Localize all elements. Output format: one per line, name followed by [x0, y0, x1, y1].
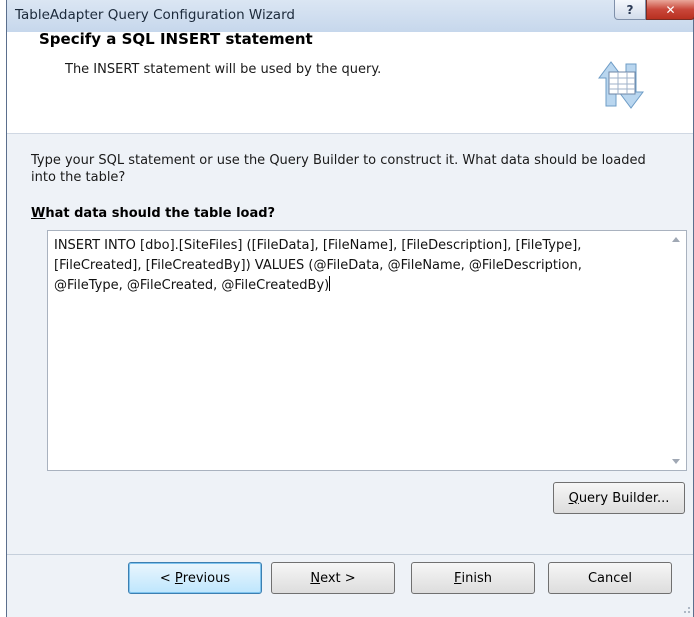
- page-title: Specify a SQL INSERT statement: [39, 30, 313, 48]
- help-button[interactable]: ?: [614, 0, 646, 20]
- finish-label: inish: [461, 570, 492, 586]
- cancel-label: Cancel: [587, 570, 633, 586]
- table-update-icon: [598, 61, 644, 109]
- finish-button[interactable]: Finish: [411, 562, 535, 594]
- sql-line: @FileType, @FileCreated, @FileCreatedBy): [54, 276, 331, 293]
- query-builder-accel: Q: [568, 490, 579, 506]
- finish-accel: F: [454, 570, 462, 586]
- text-caret: [329, 276, 331, 291]
- previous-button[interactable]: < Previous: [128, 562, 262, 594]
- sql-text: INSERT INTO [dbo].[SiteFiles] ([FileData…: [54, 236, 654, 296]
- sql-line: INSERT INTO [dbo].[SiteFiles] ([FileData…: [54, 238, 582, 253]
- instructions-text: Type your SQL statement or use the Query…: [31, 153, 646, 185]
- sql-field-label-text: hat data should the table load?: [45, 206, 276, 221]
- sql-field-label-accel: W: [31, 206, 46, 221]
- close-icon: ✕: [665, 2, 676, 17]
- wizard-window: TableAdapter Query Configuration Wizard …: [6, 0, 694, 617]
- vertical-scrollbar[interactable]: [668, 233, 684, 468]
- sql-statement-textarea[interactable]: INSERT INTO [dbo].[SiteFiles] ([FileData…: [47, 230, 687, 471]
- previous-accel: P: [174, 570, 183, 586]
- sql-field-label: What data should the table load?: [31, 206, 275, 221]
- query-builder-label: uery Builder...: [578, 490, 670, 506]
- previous-prefix: <: [159, 570, 175, 586]
- scroll-down-arrow-icon[interactable]: [671, 458, 681, 466]
- previous-label: revious: [182, 570, 231, 586]
- next-label: ext >: [320, 570, 356, 586]
- title-bar[interactable]: TableAdapter Query Configuration Wizard …: [7, 0, 694, 32]
- query-builder-button[interactable]: Query Builder...: [553, 482, 685, 514]
- sql-line: [FileCreated], [FileCreatedBy]) VALUES (…: [54, 258, 582, 273]
- cancel-button[interactable]: Cancel: [548, 562, 672, 594]
- next-button[interactable]: Next >: [271, 562, 395, 594]
- scroll-up-arrow-icon[interactable]: [671, 235, 681, 243]
- window-title: TableAdapter Query Configuration Wizard: [15, 7, 295, 23]
- close-button[interactable]: ✕: [646, 0, 694, 20]
- next-accel: N: [310, 570, 321, 586]
- resize-grip-icon[interactable]: [681, 604, 691, 614]
- help-icon: ?: [626, 2, 634, 17]
- page-subtitle: The INSERT statement will be used by the…: [65, 62, 382, 77]
